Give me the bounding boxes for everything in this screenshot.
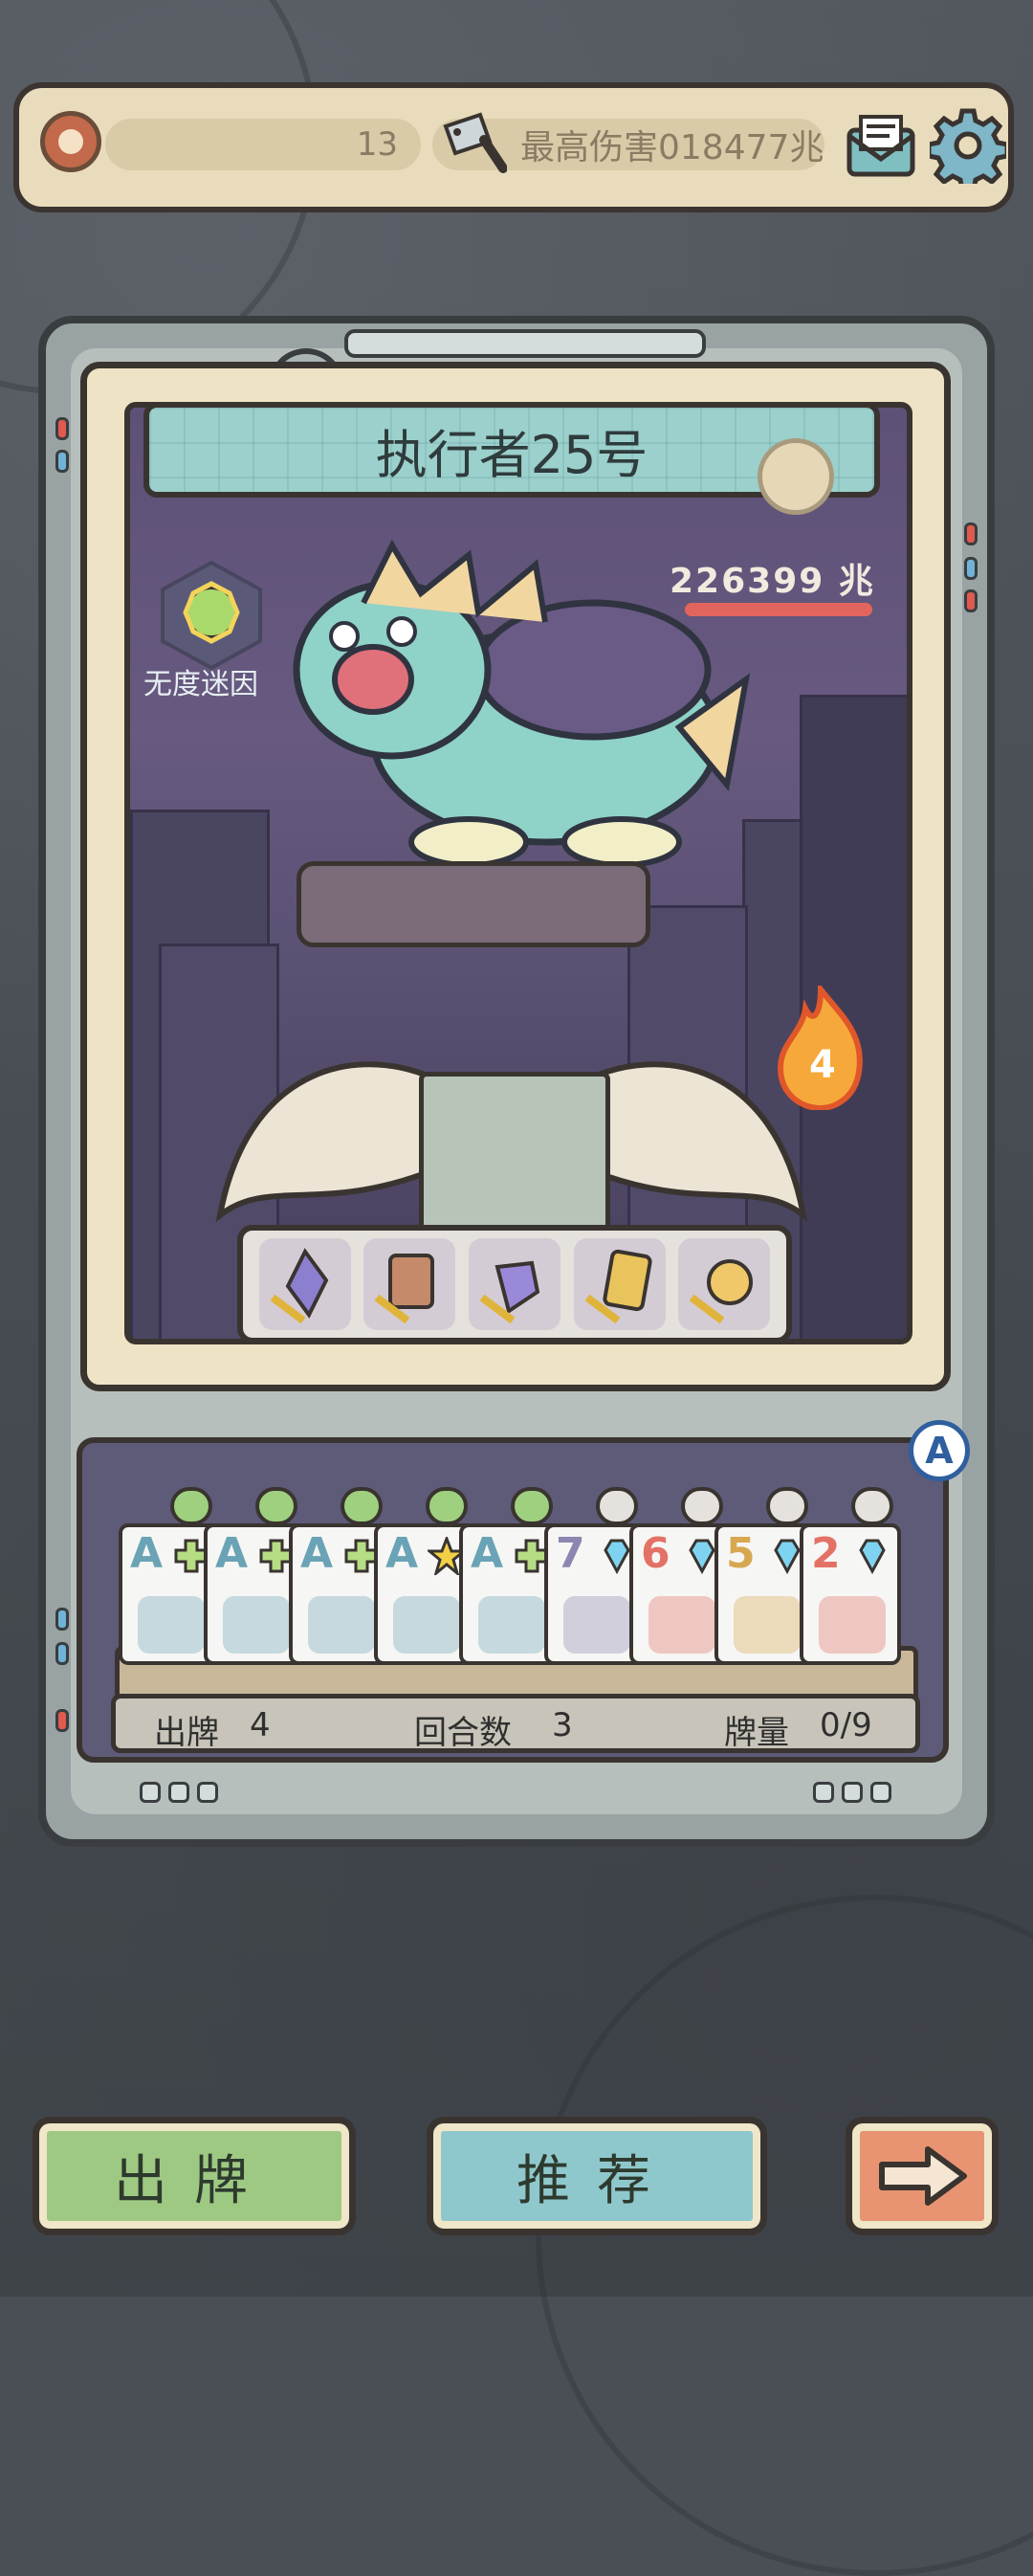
indicator-light: [55, 450, 69, 473]
indicator-light: [870, 1782, 891, 1803]
relic-slot-1[interactable]: [258, 1238, 351, 1330]
indicator-light: [197, 1782, 218, 1803]
card-art: [648, 1596, 715, 1654]
indicator-light: [964, 522, 978, 545]
card-rank: A: [300, 1529, 334, 1578]
indicator-light: [55, 1642, 69, 1665]
cleaver-icon: [443, 112, 507, 173]
card-rank: A: [385, 1529, 419, 1578]
card-head-tag: [255, 1487, 297, 1525]
boss-creature[interactable]: [277, 536, 756, 880]
card-art: [393, 1596, 460, 1654]
snail-relic-icon: [689, 1259, 754, 1324]
indicator-light: [55, 417, 69, 440]
plays-value: 4: [250, 1706, 271, 1744]
gem-relic-icon: [479, 1260, 540, 1324]
card-head-tag: [511, 1487, 553, 1525]
card-rank: 2: [811, 1529, 841, 1578]
settings-gear-icon[interactable]: [930, 107, 1006, 184]
hand-card[interactable]: 2: [800, 1523, 901, 1665]
card-art: [563, 1596, 630, 1654]
mail-icon[interactable]: [844, 111, 918, 180]
player-avatar[interactable]: [40, 111, 101, 172]
deck-value: 0/9: [820, 1706, 872, 1744]
card-rank: A: [215, 1529, 249, 1578]
scroll-relic-icon: [374, 1254, 435, 1324]
play-cards-button[interactable]: 出牌: [33, 2117, 356, 2235]
level-display: 13: [105, 119, 421, 170]
indicator-light: [964, 557, 978, 580]
relic-slot-3[interactable]: [468, 1238, 560, 1330]
next-button[interactable]: [846, 2117, 999, 2235]
card-rank: 5: [726, 1529, 756, 1578]
indicator-light: [140, 1782, 161, 1803]
card-art: [223, 1596, 290, 1654]
card-art: [819, 1596, 886, 1654]
plays-label: 出牌: [154, 1714, 219, 1752]
relic-tray: [237, 1225, 792, 1344]
card-art: [478, 1596, 545, 1654]
indicator-light: [813, 1782, 834, 1803]
buff-label: 无度迷因: [143, 668, 258, 701]
relic-slot-4[interactable]: [573, 1238, 666, 1330]
frame-slot: [344, 329, 706, 358]
card-art: [734, 1596, 801, 1654]
rounds-label: 回合数: [414, 1714, 512, 1752]
status-bar: 出牌 4 回合数 3 牌量 0/9: [111, 1694, 920, 1753]
rounds-value: 3: [552, 1706, 573, 1744]
auto-play-toggle[interactable]: A: [909, 1420, 970, 1481]
player-altar: [419, 1072, 610, 1244]
relic-slot-5[interactable]: [678, 1238, 771, 1330]
buff-meme-icon[interactable]: [155, 559, 268, 672]
card-head-tag: [426, 1487, 468, 1525]
card-head-tag: [766, 1487, 808, 1525]
indicator-light: [55, 1608, 69, 1631]
relic-slot-2[interactable]: [363, 1238, 456, 1330]
card-rank: A: [471, 1529, 504, 1578]
indicator-light: [55, 1709, 69, 1732]
card-head-tag: [851, 1487, 893, 1525]
card-head-tag: [170, 1487, 212, 1525]
card-art: [138, 1596, 205, 1654]
boss-rock-platform: [297, 861, 650, 947]
card-rank: 7: [556, 1529, 585, 1578]
deck-icon[interactable]: [758, 438, 834, 515]
top-bar: 13 最高伤害018477兆: [13, 82, 1014, 212]
card-head-tag: [596, 1487, 638, 1525]
wing-left: [215, 1061, 443, 1223]
card-head-tag: [341, 1487, 383, 1525]
card-rank: 6: [641, 1529, 670, 1578]
crystal-relic-icon: [270, 1248, 329, 1324]
indicator-light: [964, 589, 978, 612]
diamond-suit-icon: [859, 1539, 886, 1575]
card-head-tag: [681, 1487, 723, 1525]
fire-count: 4: [809, 1043, 836, 1087]
indicator-light: [168, 1782, 189, 1803]
recommend-button[interactable]: 推荐: [427, 2117, 767, 2235]
boss-name: 执行者25号: [375, 424, 648, 485]
deck-label: 牌量: [724, 1714, 789, 1752]
card-relic-icon: [584, 1249, 652, 1324]
indicator-light: [842, 1782, 863, 1803]
card-art: [308, 1596, 375, 1654]
card-rank: A: [130, 1529, 164, 1578]
arrow-right-icon: [879, 2146, 967, 2206]
